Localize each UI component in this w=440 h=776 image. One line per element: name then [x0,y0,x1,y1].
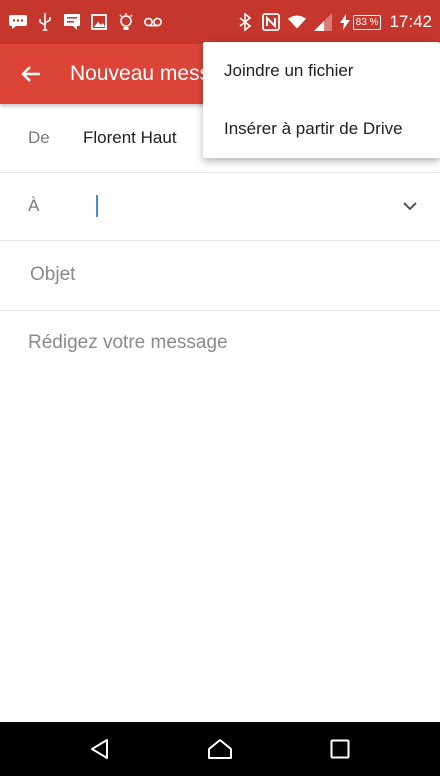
text-cursor [96,195,98,217]
nav-recents-button[interactable] [315,729,365,769]
subject-input[interactable] [28,263,412,287]
menu-item-insert-from-drive[interactable]: Insérer à partir de Drive [203,100,440,158]
from-label: De [28,128,50,147]
signal-icon [313,13,332,31]
charging-icon [339,13,350,31]
nav-home-button[interactable] [195,729,245,769]
square-recents-icon [330,739,350,759]
overflow-menu: Joindre un fichier Insérer à partir de D… [203,42,440,158]
menu-item-attach-file[interactable]: Joindre un fichier [203,42,440,100]
back-arrow-button[interactable] [4,44,58,104]
from-value[interactable]: Florent Haut [83,128,177,148]
nav-back-button[interactable] [75,729,125,769]
arrow-left-icon [21,66,40,82]
triangle-back-icon [91,739,108,759]
clock: 17:42 [389,12,432,31]
bluetooth-icon [236,13,254,31]
battery-indicator: 83 % [352,14,382,30]
subject-row [0,240,440,311]
wifi-icon [287,13,306,31]
usb-icon [36,13,54,31]
chevron-down-icon[interactable] [402,198,418,214]
to-label: À [28,196,40,215]
home-icon [208,739,232,759]
image-icon [90,13,108,31]
voicemail-icon [144,13,162,31]
chat-icon [63,13,81,31]
navigation-bar [0,722,440,776]
status-bar: 83 % 17:42 [0,0,440,44]
to-row[interactable]: À [0,172,440,241]
message-icon [9,13,27,31]
message-body-input[interactable] [28,332,418,702]
lightbulb-icon [117,13,135,31]
nfc-icon [261,13,280,31]
